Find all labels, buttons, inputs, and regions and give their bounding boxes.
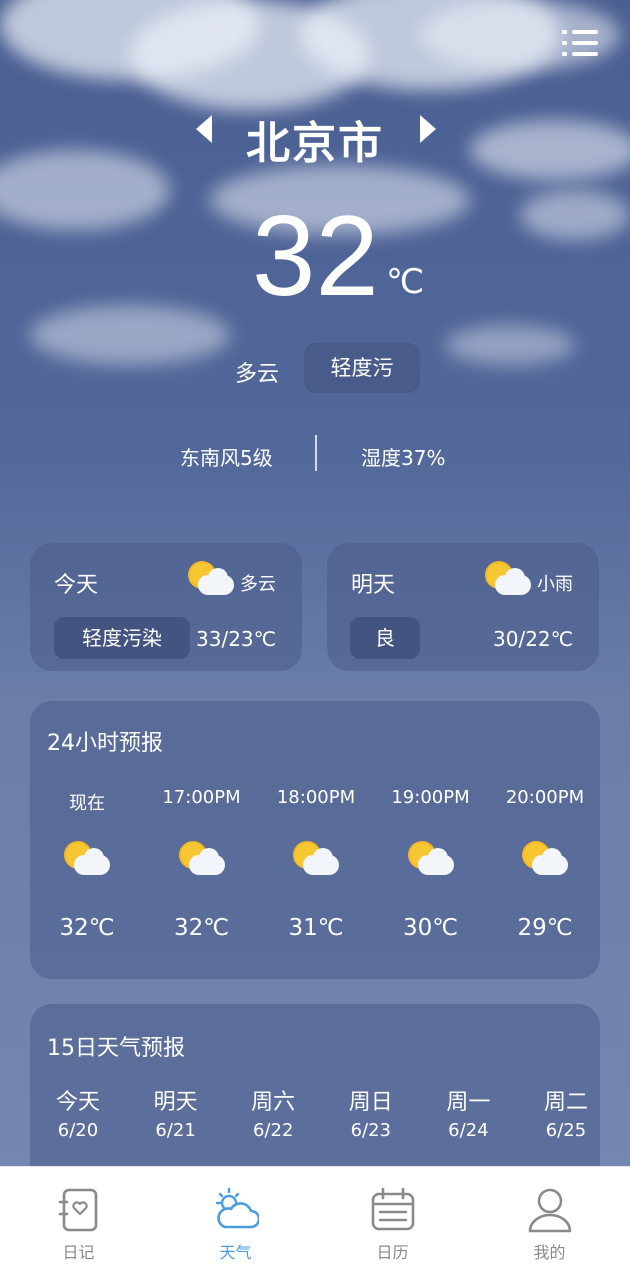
hourly-item: 18:00PM 31℃ bbox=[259, 701, 373, 979]
daily-day[interactable]: 周六 bbox=[224, 1084, 322, 1116]
current-temperature: 32 bbox=[252, 193, 379, 320]
partly-cloudy-icon bbox=[64, 841, 110, 879]
tab-calendar[interactable]: 日历 bbox=[314, 1167, 471, 1280]
daily-title: 15日天气预报 bbox=[47, 1036, 185, 1061]
divider bbox=[315, 435, 317, 471]
tomorrow-label: 明天 bbox=[351, 573, 396, 598]
hourly-temp: 32℃ bbox=[173, 915, 230, 941]
tomorrow-temp-range: 30/22℃ bbox=[493, 627, 574, 651]
humidity-info: 湿度37% bbox=[361, 446, 446, 470]
tab-mine[interactable]: 我的 bbox=[471, 1167, 628, 1280]
partly-cloudy-icon bbox=[485, 561, 531, 599]
hourly-time: 19:00PM bbox=[391, 787, 470, 808]
diary-icon bbox=[58, 1188, 98, 1232]
tomorrow-air-quality: 良 bbox=[350, 617, 420, 659]
daily-day[interactable]: 周二 bbox=[517, 1084, 615, 1116]
weather-cloud-icon bbox=[215, 1187, 259, 1229]
daily-date: 6/25 bbox=[545, 1120, 587, 1141]
daily-date: 6/22 bbox=[252, 1120, 294, 1141]
city-selector: 北京市 bbox=[0, 105, 630, 169]
cloud-decoration bbox=[30, 305, 230, 365]
tomorrow-condition: 小雨 bbox=[537, 574, 573, 595]
chevron-right-icon[interactable] bbox=[420, 115, 436, 143]
hourly-temp: 30℃ bbox=[402, 915, 459, 941]
daily-day[interactable]: 今天 bbox=[29, 1084, 127, 1116]
cloud-decoration bbox=[520, 190, 630, 240]
hourly-forecast-card: 24小时预报 现在 32℃ 17:00PM 32℃ 18:00PM 31℃ 19:00PM 3… bbox=[30, 701, 600, 979]
today-temp-range: 33/23℃ bbox=[196, 627, 277, 651]
today-label: 今天 bbox=[54, 573, 99, 598]
tab-label: 天气 bbox=[219, 1243, 252, 1262]
partly-cloudy-icon bbox=[522, 841, 568, 879]
user-icon bbox=[528, 1188, 572, 1233]
bottom-tab-bar: 日记 天气 日历 我的 bbox=[0, 1166, 630, 1280]
list-menu-icon[interactable] bbox=[562, 28, 598, 58]
temperature-unit: ℃ bbox=[386, 262, 425, 302]
tab-label: 日历 bbox=[376, 1243, 409, 1262]
hourly-item: 17:00PM 32℃ bbox=[145, 701, 259, 979]
city-name: 北京市 bbox=[246, 118, 384, 169]
partly-cloudy-icon bbox=[188, 561, 234, 599]
hourly-temp: 32℃ bbox=[59, 915, 115, 941]
tab-weather[interactable]: 天气 bbox=[157, 1167, 314, 1280]
today-condition: 多云 bbox=[240, 574, 276, 595]
partly-cloudy-icon bbox=[293, 841, 339, 879]
air-quality-badge[interactable]: 轻度污 bbox=[304, 343, 420, 393]
cloud-decoration bbox=[445, 325, 575, 365]
daily-date: 6/21 bbox=[155, 1120, 196, 1141]
tab-label: 我的 bbox=[533, 1243, 566, 1262]
hourly-time: 现在 bbox=[69, 793, 105, 814]
hourly-item: 19:00PM 30℃ bbox=[374, 701, 488, 979]
wind-info: 东南风5级 bbox=[180, 446, 273, 470]
tomorrow-card[interactable]: 明天 小雨 良 30/22℃ bbox=[327, 543, 599, 671]
hourly-time: 20:00PM bbox=[505, 787, 585, 808]
daily-date: 6/23 bbox=[350, 1120, 391, 1141]
daily-day[interactable]: 明天 bbox=[127, 1084, 225, 1116]
hourly-time: 17:00PM bbox=[162, 787, 241, 808]
daily-date: 6/20 bbox=[57, 1120, 99, 1141]
tab-diary[interactable]: 日记 bbox=[0, 1167, 157, 1280]
today-card[interactable]: 今天 多云 轻度污染 33/23℃ bbox=[30, 543, 302, 671]
daily-day[interactable]: 周日 bbox=[322, 1084, 420, 1116]
current-condition: 多云 bbox=[235, 362, 280, 387]
hourly-time: 18:00PM bbox=[276, 787, 356, 808]
hourly-item: 20:00PM 29℃ bbox=[488, 701, 602, 979]
hourly-item: 现在 32℃ bbox=[30, 701, 144, 979]
hourly-temp: 29℃ bbox=[517, 915, 573, 941]
today-air-quality: 轻度污染 bbox=[54, 617, 190, 659]
tab-label: 日记 bbox=[62, 1243, 95, 1262]
daily-date: 6/24 bbox=[448, 1120, 489, 1141]
daily-day[interactable]: 周一 bbox=[419, 1084, 517, 1116]
hourly-temp: 31℃ bbox=[288, 915, 344, 941]
calendar-icon bbox=[371, 1187, 415, 1231]
partly-cloudy-icon bbox=[179, 841, 225, 879]
partly-cloudy-icon bbox=[408, 841, 454, 879]
